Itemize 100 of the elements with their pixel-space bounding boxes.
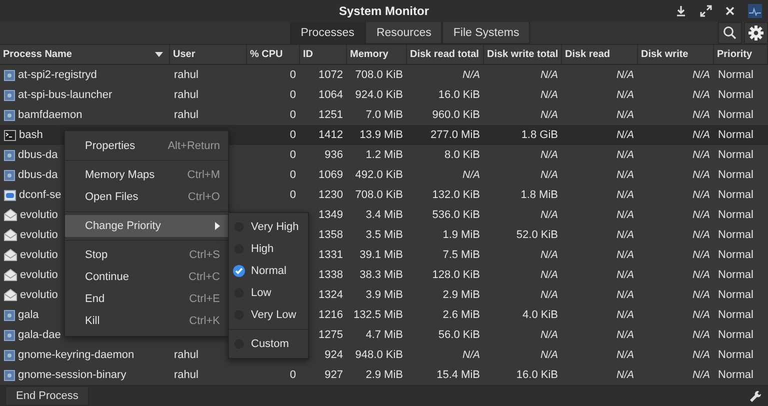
table-cell: 8.0 KiB xyxy=(444,149,480,161)
table-cell: 0 xyxy=(290,369,296,381)
maximize-icon[interactable] xyxy=(700,5,712,17)
table-cell: N/A xyxy=(616,229,634,241)
table-cell: N/A xyxy=(616,289,634,301)
submenu-item[interactable]: Change Priority xyxy=(65,215,228,237)
table-cell: 1069 xyxy=(318,169,343,181)
search-icon xyxy=(723,26,737,40)
table-cell: rahul xyxy=(174,89,198,101)
sort-arrow-icon xyxy=(155,52,163,57)
table-cell: N/A xyxy=(692,189,710,201)
table-cell: 1.8 MiB xyxy=(520,189,558,201)
table-cell: Normal xyxy=(718,109,754,121)
download-icon[interactable] xyxy=(675,5,687,17)
table-cell: N/A xyxy=(692,329,710,341)
table-cell: N/A xyxy=(616,369,634,381)
table-cell: N/A xyxy=(462,69,480,81)
column-header[interactable]: ID xyxy=(300,45,347,64)
process-icon xyxy=(4,170,15,180)
app-icon[interactable] xyxy=(748,4,762,18)
column-header[interactable]: User xyxy=(170,45,247,64)
mail-icon xyxy=(4,289,17,301)
settings-button[interactable] xyxy=(744,22,768,44)
table-cell: Normal xyxy=(718,249,754,261)
table-cell: 960.0 KiB xyxy=(432,109,480,121)
menu-item[interactable]: Stop Ctrl+S xyxy=(65,244,228,266)
table-cell: Normal xyxy=(718,269,754,281)
close-icon[interactable] xyxy=(725,6,735,16)
table-cell: N/A xyxy=(616,269,634,281)
column-header[interactable]: Process Name xyxy=(0,45,170,64)
table-cell: N/A xyxy=(692,249,710,261)
column-header[interactable]: Memory xyxy=(347,45,407,64)
table-cell: N/A xyxy=(540,109,558,121)
table-cell: 0 xyxy=(290,149,296,161)
table-cell: 39.1 MiB xyxy=(360,249,403,261)
table-cell: N/A xyxy=(692,369,710,381)
radio-item[interactable]: Very Low xyxy=(229,304,308,326)
table-cell: N/A xyxy=(540,329,558,341)
table-cell: gnome-keyring-daemon xyxy=(18,349,134,361)
table-cell: evolutio xyxy=(20,289,58,301)
process-icon xyxy=(4,370,15,380)
process-icon xyxy=(4,350,15,360)
column-header[interactable]: Disk read xyxy=(562,45,638,64)
table-cell: at-spi2-registryd xyxy=(18,69,97,81)
menu-item[interactable]: Open Files Ctrl+O xyxy=(65,186,228,208)
menu-item[interactable]: Continue Ctrl+C xyxy=(65,266,228,288)
table-cell: N/A xyxy=(540,149,558,161)
table-cell: N/A xyxy=(616,109,634,121)
table-cell: N/A xyxy=(692,89,710,101)
table-cell: 4.7 MiB xyxy=(366,329,403,341)
radio-item[interactable]: Low xyxy=(229,282,308,304)
table-cell: 132.5 MiB xyxy=(353,309,403,321)
tab[interactable]: Processes xyxy=(290,22,366,44)
wrench-icon[interactable] xyxy=(749,390,762,402)
terminal-icon xyxy=(4,130,16,140)
table-cell: evolutio xyxy=(20,249,58,261)
tab[interactable]: Resources xyxy=(365,22,442,44)
menu-item[interactable]: Memory Maps Ctrl+M xyxy=(65,164,228,186)
column-header[interactable]: % CPU xyxy=(247,45,300,64)
column-header[interactable]: Disk write total xyxy=(484,45,562,64)
column-header[interactable]: Disk write xyxy=(638,45,714,64)
table-cell: 7.5 MiB xyxy=(442,249,480,261)
table-cell: N/A xyxy=(616,149,634,161)
table-cell: 948.0 KiB xyxy=(355,349,403,361)
table-cell: Normal xyxy=(718,189,754,201)
table-cell: N/A xyxy=(616,189,634,201)
table-cell: N/A xyxy=(692,109,710,121)
table-cell: Normal xyxy=(718,69,754,81)
table-cell: N/A xyxy=(462,169,480,181)
end-process-button[interactable]: End Process xyxy=(5,386,90,406)
table-cell: 708.0 KiB xyxy=(355,69,403,81)
table-cell: N/A xyxy=(616,89,634,101)
table-cell: 1349 xyxy=(318,209,343,221)
tab[interactable]: File Systems xyxy=(442,22,530,44)
table-cell: Normal xyxy=(718,289,754,301)
table-cell: Normal xyxy=(718,309,754,321)
table-cell: 4.0 KiB xyxy=(522,309,558,321)
table-cell: 1331 xyxy=(318,249,343,261)
table-cell: N/A xyxy=(692,169,710,181)
search-button[interactable] xyxy=(718,22,742,44)
table-cell: 924 xyxy=(324,349,343,361)
table-cell: N/A xyxy=(616,249,634,261)
table-cell: 56.0 KiB xyxy=(438,329,480,341)
table-cell: N/A xyxy=(692,129,710,141)
table-cell: Normal xyxy=(718,129,754,141)
table-cell: 128.0 KiB xyxy=(432,269,480,281)
window-title: System Monitor xyxy=(338,4,429,18)
table-cell: 38.3 MiB xyxy=(360,269,403,281)
column-header[interactable]: Priority xyxy=(714,45,768,64)
mail-icon xyxy=(4,209,17,221)
table-cell: gnome-session-binary xyxy=(18,369,126,381)
table-cell: 277.0 MiB xyxy=(430,129,480,141)
column-header[interactable]: Disk read total xyxy=(407,45,484,64)
table-cell: N/A xyxy=(692,289,710,301)
table-cell: N/A xyxy=(692,209,710,221)
table-cell: bamfdaemon xyxy=(18,109,82,121)
table-cell: 1358 xyxy=(318,229,343,241)
table-cell: 16.0 KiB xyxy=(438,89,480,101)
mail-icon xyxy=(4,229,17,241)
table-cell: N/A xyxy=(692,269,710,281)
